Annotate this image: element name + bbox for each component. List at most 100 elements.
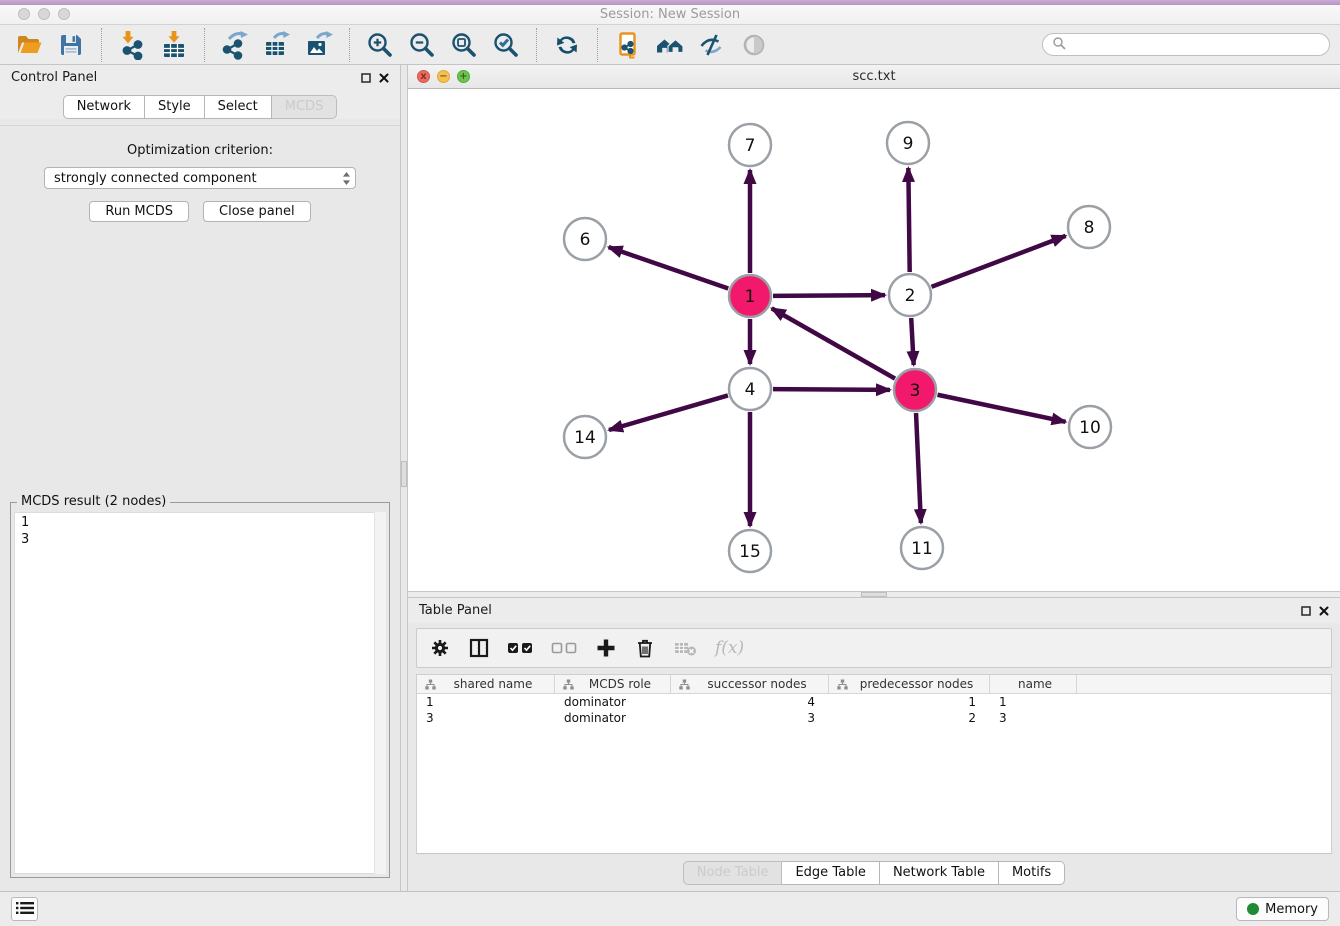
open-session-icon[interactable]: [10, 28, 48, 62]
float-panel-icon[interactable]: [361, 73, 371, 83]
mcds-result-group: MCDS result (2 nodes) 1 3: [10, 502, 390, 878]
column-header-predecessor-nodes[interactable]: predecessor nodes: [829, 675, 990, 693]
search-input[interactable]: [1071, 38, 1320, 52]
graph-node-6[interactable]: 6: [564, 218, 606, 260]
zoom-in-icon[interactable]: [361, 28, 399, 62]
column-type-icon: [679, 679, 690, 690]
optimization-select[interactable]: strongly connected component: [44, 167, 356, 189]
graph-edge-3-11[interactable]: [916, 413, 921, 523]
save-session-icon[interactable]: [52, 28, 90, 62]
graph-node-7[interactable]: 7: [729, 124, 771, 166]
close-panel-button[interactable]: Close panel: [203, 201, 311, 222]
export-image-icon[interactable]: [300, 28, 338, 62]
mcds-result-text[interactable]: 1 3: [14, 512, 386, 874]
graph-node-14[interactable]: 14: [564, 416, 606, 458]
svg-text:15: 15: [739, 542, 761, 562]
close-panel-icon[interactable]: [379, 73, 389, 83]
first-neighbors-icon[interactable]: [651, 28, 689, 62]
tab-network-table[interactable]: Network Table: [880, 861, 999, 885]
toolbar-separator: [204, 28, 205, 62]
network-canvas[interactable]: 1 2 3 4 6 7 8 9 10 11 14 15: [408, 89, 1340, 591]
split-handle-horizontal[interactable]: [861, 592, 887, 597]
table-cell[interactable]: 4: [671, 695, 829, 709]
svg-text:4: 4: [745, 380, 756, 400]
new-network-from-selection-icon[interactable]: [609, 28, 647, 62]
zoom-fit-icon[interactable]: [445, 28, 483, 62]
graph-edge-2-3[interactable]: [911, 318, 913, 365]
minimize-window-icon[interactable]: [38, 8, 50, 20]
horizontal-split-divider[interactable]: [408, 591, 1340, 598]
hide-selected-icon[interactable]: [693, 28, 731, 62]
tab-select[interactable]: Select: [205, 95, 272, 119]
graph-node-11[interactable]: 11: [901, 527, 943, 569]
graph-edge-4-3[interactable]: [773, 389, 890, 390]
vertical-split-divider[interactable]: [400, 65, 408, 891]
graph-node-9[interactable]: 9: [887, 122, 929, 164]
close-network-icon[interactable]: x: [417, 70, 430, 83]
table-cell[interactable]: 1: [990, 695, 1077, 709]
graph-node-4[interactable]: 4: [729, 368, 771, 410]
graph-node-3[interactable]: 3: [894, 369, 936, 411]
table-cell[interactable]: dominator: [555, 711, 671, 725]
zoom-window-icon[interactable]: [58, 8, 70, 20]
zoom-out-icon[interactable]: [403, 28, 441, 62]
task-history-button[interactable]: [11, 897, 38, 921]
table-cell[interactable]: 2: [829, 711, 990, 725]
table-cell[interactable]: 3: [990, 711, 1077, 725]
tab-motifs[interactable]: Motifs: [999, 861, 1065, 885]
table-row[interactable]: 1dominator411: [417, 694, 1331, 710]
table-cell[interactable]: 1: [829, 695, 990, 709]
table-cell[interactable]: dominator: [555, 695, 671, 709]
tab-style[interactable]: Style: [145, 95, 205, 119]
column-header-shared-name[interactable]: shared name: [417, 675, 555, 693]
tab-network[interactable]: Network: [63, 95, 145, 119]
run-mcds-button[interactable]: Run MCDS: [89, 201, 189, 222]
result-scrollbar[interactable]: [374, 512, 386, 874]
table-row[interactable]: 3dominator323: [417, 710, 1331, 726]
graph-edge-1-6[interactable]: [609, 247, 729, 288]
column-header-name[interactable]: name: [990, 675, 1077, 693]
graph-edge-3-1[interactable]: [772, 308, 895, 378]
maximize-network-icon[interactable]: +: [457, 70, 470, 83]
export-network-icon[interactable]: [216, 28, 254, 62]
minimize-network-icon[interactable]: −: [437, 70, 450, 83]
graph-node-1[interactable]: 1: [729, 275, 771, 317]
settings-gear-icon[interactable]: [429, 637, 451, 659]
graph-edge-4-14[interactable]: [609, 395, 728, 430]
tab-edge-table[interactable]: Edge Table: [782, 861, 879, 885]
table-cell[interactable]: 1: [417, 695, 555, 709]
import-network-icon[interactable]: [113, 28, 151, 62]
float-table-panel-icon[interactable]: [1301, 606, 1311, 616]
split-handle[interactable]: [401, 461, 407, 487]
graph-edge-2-8[interactable]: [932, 236, 1066, 287]
column-type-icon: [837, 679, 848, 690]
select-all-columns-icon[interactable]: [507, 640, 534, 656]
control-panel-header: Control Panel: [0, 65, 400, 90]
graph-node-10[interactable]: 10: [1069, 406, 1111, 448]
graph-node-15[interactable]: 15: [729, 530, 771, 572]
column-view-icon[interactable]: [468, 637, 490, 659]
graph-node-8[interactable]: 8: [1068, 206, 1110, 248]
add-column-icon[interactable]: [595, 637, 617, 659]
close-window-icon[interactable]: [18, 8, 30, 20]
tab-node-table[interactable]: Node Table: [683, 861, 783, 885]
table-panel-header: Table Panel: [408, 598, 1340, 623]
memory-button[interactable]: Memory: [1236, 897, 1329, 921]
import-table-icon[interactable]: [155, 28, 193, 62]
export-table-icon[interactable]: [258, 28, 296, 62]
close-table-panel-icon[interactable]: [1319, 606, 1329, 616]
graph-edge-3-10[interactable]: [938, 395, 1066, 422]
column-header-mcds-role[interactable]: MCDS role: [555, 675, 671, 693]
graph-edge-1-2[interactable]: [773, 295, 885, 296]
column-header-successor-nodes[interactable]: successor nodes: [671, 675, 829, 693]
search-field[interactable]: [1042, 33, 1330, 56]
tab-mcds[interactable]: MCDS: [272, 95, 338, 119]
delete-column-icon[interactable]: [634, 637, 656, 659]
zoom-selected-icon[interactable]: [487, 28, 525, 62]
apply-layout-icon[interactable]: [548, 28, 586, 62]
table-cell[interactable]: 3: [417, 711, 555, 725]
graph-edge-2-9[interactable]: [908, 168, 909, 272]
table-cell[interactable]: 3: [671, 711, 829, 725]
deselect-all-columns-icon[interactable]: [551, 640, 578, 656]
graph-node-2[interactable]: 2: [889, 274, 931, 316]
